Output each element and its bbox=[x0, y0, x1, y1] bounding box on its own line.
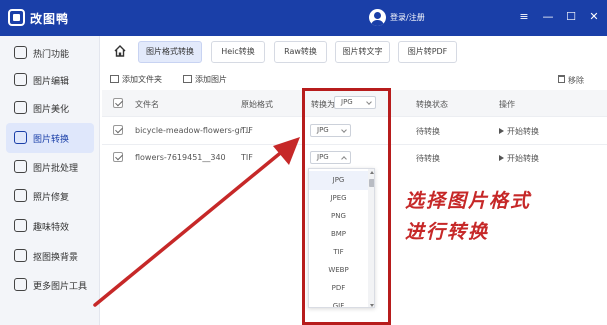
row-status: 待转换 bbox=[416, 127, 440, 136]
add-image-button[interactable]: 添加图片 bbox=[183, 74, 227, 85]
play-icon bbox=[499, 155, 504, 161]
sidebar-item-label: 热门功能 bbox=[33, 50, 70, 60]
home-icon[interactable] bbox=[113, 44, 127, 58]
sidebar-item-batch[interactable]: 图片批处理 bbox=[6, 152, 94, 182]
add-image-icon bbox=[183, 75, 192, 83]
annotation-line-1: 选择图片格式 bbox=[405, 190, 532, 212]
tab-heic-convert[interactable]: Heic转换 bbox=[211, 41, 265, 63]
sidebar-item-label: 抠图换背景 bbox=[33, 253, 79, 263]
header-original-format: 原始格式 bbox=[241, 100, 273, 109]
app-logo-icon bbox=[8, 9, 25, 26]
trash-icon[interactable] bbox=[558, 75, 565, 83]
title-bar: 改图鸭 登录/注册 ≡ — ☐ ✕ bbox=[0, 0, 607, 36]
tab-image-to-pdf[interactable]: 图片转PDF bbox=[398, 41, 457, 63]
tab-image-to-text[interactable]: 图片转文字 bbox=[335, 41, 390, 63]
add-folder-button[interactable]: 添加文件夹 bbox=[110, 74, 162, 85]
row-format: TIF bbox=[241, 153, 253, 162]
app-title: 改图鸭 bbox=[30, 12, 70, 26]
sidebar-item-repair[interactable]: 照片修复 bbox=[6, 181, 94, 211]
beautify-icon bbox=[14, 101, 27, 114]
sidebar-item-cutout[interactable]: 抠图换背景 bbox=[6, 241, 94, 271]
sidebar-item-label: 图片转换 bbox=[33, 135, 70, 145]
sidebar-item-hot[interactable]: 热门功能 bbox=[6, 38, 94, 68]
maximize-icon[interactable]: ☐ bbox=[563, 9, 579, 25]
sidebar-item-label: 照片修复 bbox=[33, 193, 70, 203]
sidebar-item-label: 趣味特效 bbox=[33, 223, 70, 233]
login-link[interactable]: 登录/注册 bbox=[390, 12, 425, 23]
play-icon bbox=[499, 128, 504, 134]
row-filename: bicycle-meadow-flowers-gr... bbox=[135, 126, 250, 135]
convert-icon bbox=[14, 131, 27, 144]
sidebar-item-beautify[interactable]: 图片美化 bbox=[6, 93, 94, 123]
avatar[interactable] bbox=[369, 9, 386, 26]
select-all-checkbox[interactable] bbox=[113, 98, 123, 108]
row-filename: flowers-7619451__340 bbox=[135, 153, 226, 162]
header-status: 转换状态 bbox=[416, 100, 448, 109]
tab-format-convert[interactable]: 图片格式转换 bbox=[138, 41, 202, 63]
minimize-icon[interactable]: — bbox=[540, 9, 556, 25]
edit-icon bbox=[14, 73, 27, 86]
more-tools-icon bbox=[14, 278, 27, 291]
sidebar-item-effects[interactable]: 趣味特效 bbox=[6, 211, 94, 241]
highlight-box bbox=[302, 88, 391, 325]
start-convert-button[interactable]: 开始转换 bbox=[499, 126, 539, 137]
row-status: 待转换 bbox=[416, 154, 440, 163]
header-filename: 文件名 bbox=[135, 100, 159, 109]
tab-raw-convert[interactable]: Raw转换 bbox=[274, 41, 327, 63]
sidebar-item-label: 图片编辑 bbox=[33, 77, 70, 87]
add-folder-icon bbox=[110, 75, 119, 83]
menu-icon[interactable]: ≡ bbox=[516, 9, 532, 25]
sidebar-item-label: 图片美化 bbox=[33, 105, 70, 115]
effects-icon bbox=[14, 219, 27, 232]
row-format: TIF bbox=[241, 126, 253, 135]
sidebar-item-convert[interactable]: 图片转换 bbox=[6, 123, 94, 153]
cutout-icon bbox=[14, 249, 27, 262]
sidebar-item-label: 图片批处理 bbox=[33, 164, 79, 174]
header-action: 操作 bbox=[499, 100, 515, 109]
close-icon[interactable]: ✕ bbox=[586, 9, 602, 25]
row-checkbox[interactable] bbox=[113, 125, 123, 135]
annotation-line-2: 进行转换 bbox=[405, 221, 490, 243]
start-convert-button[interactable]: 开始转换 bbox=[499, 153, 539, 164]
sidebar-item-edit[interactable]: 图片编辑 bbox=[6, 65, 94, 95]
hot-icon bbox=[14, 46, 27, 59]
sidebar-item-more-tools[interactable]: 更多图片工具 bbox=[6, 270, 94, 300]
repair-icon bbox=[14, 189, 27, 202]
sidebar: 热门功能 图片编辑 图片美化 图片转换 图片批处理 照片修复 趣味特效 抠图换背… bbox=[0, 36, 100, 325]
sidebar-item-label: 更多图片工具 bbox=[33, 282, 88, 292]
batch-icon bbox=[14, 160, 27, 173]
row-checkbox[interactable] bbox=[113, 152, 123, 162]
remove-button[interactable]: 移除 bbox=[568, 75, 584, 86]
